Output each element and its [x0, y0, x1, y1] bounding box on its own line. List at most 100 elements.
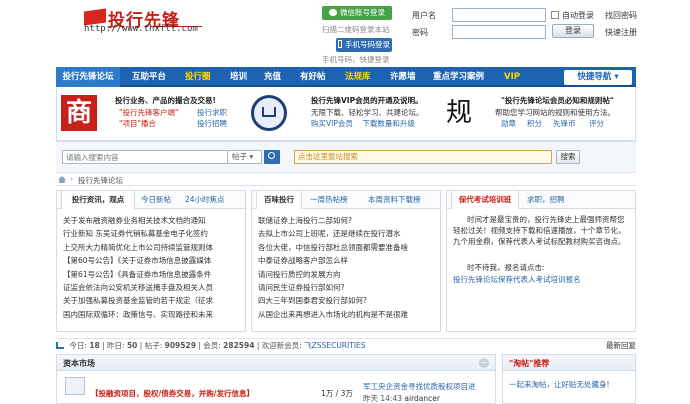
breadcrumb-forum[interactable]: 投行先锋论坛 — [78, 175, 123, 186]
tab-weekly-hot[interactable]: 一周热帖榜 — [310, 191, 348, 209]
breadcrumb-separator: › — [70, 174, 74, 183]
breadcrumb: › 投行先锋论坛 — [56, 172, 636, 186]
promo-right-link-1[interactable]: 勋章 — [501, 118, 516, 129]
nav-item-help[interactable]: 互助平台 — [132, 67, 166, 87]
promo-mid-line2[interactable]: 购买VIP会员 下载数量和升级 — [311, 118, 415, 129]
search-input[interactable] — [62, 150, 228, 164]
list-item[interactable]: 各位大佬，中信投行部杜总领面都需要准备啥 — [258, 241, 436, 254]
wechat-login-button[interactable]: 微信账号登录 — [322, 6, 392, 20]
search-icon — [268, 152, 275, 159]
site-search-button[interactable]: 搜索 — [556, 150, 580, 164]
welcome-label: 欢迎新会员: — [261, 341, 302, 350]
search-type-select[interactable]: 帖子 ▾ — [228, 150, 262, 164]
promo-right-link-2[interactable]: 积分 — [527, 118, 542, 129]
tab-news[interactable]: 投行资讯，观点 — [61, 191, 135, 209]
forum-thread-title[interactable]: 【投融资项目，股权/债券交易，并购/发行信息】 — [91, 388, 254, 399]
posts-label: 帖子: — [144, 341, 163, 350]
list-item[interactable]: 去拟上市公司上班呢，还是继续在投行潜水 — [258, 227, 436, 240]
list-item[interactable]: 国内国际双循环：政策信号、实现路径和未来 — [63, 308, 241, 321]
promo-right-title[interactable]: "投行先锋论坛会员必知和规则帖" — [501, 95, 614, 106]
last-post-user[interactable]: airdancer — [404, 394, 440, 403]
list-item[interactable]: 四大三年到国泰君安投行部如何? — [258, 294, 436, 307]
nav-item-forum[interactable]: 投行先锋论坛 — [56, 67, 120, 87]
tab-jobs[interactable]: 求职，招聘 — [527, 191, 565, 209]
forum-icon — [65, 377, 85, 395]
discussion-panel: 百味投行 一周热帖榜 本周资料下载榜 联储证券上海投行二部如何? 去拟上市公司上… — [251, 190, 441, 332]
nav-item-wish-wall[interactable]: 许愿墙 — [390, 67, 416, 87]
last-post-time: 昨天 14:43 — [363, 394, 402, 403]
nav-item-recharge[interactable]: 充值 — [264, 67, 281, 87]
list-item[interactable]: 上交所大力精简优化上市公司持续监管规则体 — [63, 241, 241, 254]
last-post-title[interactable]: 军工央企资金寻找优质股权项目进 — [363, 381, 495, 392]
list-item[interactable]: 关于发布融资融券业务相关技术文档的通知 — [63, 214, 241, 227]
tab-weekly-downloads[interactable]: 本周资料下载榜 — [368, 191, 421, 209]
rules-icon: 规 — [445, 98, 472, 128]
nav-item-good-posts[interactable]: 有好帖 — [300, 67, 326, 87]
auto-login-checkbox[interactable] — [551, 11, 559, 19]
yesterday-count: 50 — [126, 341, 138, 350]
promo-right-link-4[interactable]: 评分 — [589, 118, 604, 129]
training-signup-prompt: 时不待我，报名请点击: — [467, 263, 545, 272]
nav-item-circle[interactable]: 投行圈 — [185, 67, 211, 87]
list-item[interactable]: 【第61号公告】《具备证券市场信息披露条件 — [63, 268, 241, 281]
login-button[interactable]: 登录 — [552, 24, 594, 38]
nav-item-vip[interactable]: VIP — [504, 67, 520, 87]
recommend-item[interactable]: 一起来淘帖，让好贴无处藏身! — [509, 379, 610, 390]
forum-stats: 今日: 18 | 昨日: 50 | 帖子: 909529 | 会员: 28259… — [56, 338, 636, 351]
username-input[interactable] — [452, 8, 546, 22]
mobile-login-hint: 手机号码，快捷登录 — [322, 55, 390, 64]
register-link[interactable]: 快速注册 — [605, 27, 637, 38]
new-member-link[interactable]: 飞ZSSECURITIES — [304, 341, 365, 350]
tab-24h-focus[interactable]: 24小时焦点 — [185, 191, 225, 209]
list-item[interactable]: 中泰证券战略客户部怎么样 — [258, 254, 436, 267]
list-item[interactable]: 关于加强私募投资基金监管的若干规定（征求 — [63, 294, 241, 307]
list-item[interactable]: 联储证券上海投行二部如何? — [258, 214, 436, 227]
news-panel: 投行资讯，观点 今日新帖 24小时焦点 关于发布融资融券业务相关技术文档的通知 … — [56, 190, 246, 332]
list-item[interactable]: 请问投行质控的发展方向 — [258, 268, 436, 281]
home-icon[interactable] — [58, 176, 66, 183]
stats-icon — [56, 342, 64, 349]
nav-item-training[interactable]: 培训 — [230, 67, 247, 87]
username-label: 用户名 — [412, 11, 436, 20]
site-search-input[interactable]: 点击这里整站搜索 — [294, 150, 552, 164]
mobile-login-button[interactable]: 手机号码登录 — [336, 38, 392, 52]
promo-left-link-3[interactable]: "项目"播合 — [119, 118, 156, 129]
today-count: 18 — [89, 341, 100, 350]
collapse-icon[interactable]: − — [479, 358, 489, 368]
promo-left-link-2[interactable]: 投行求职 — [197, 107, 227, 118]
nav-item-key-cases[interactable]: 重点学习案例 — [433, 67, 484, 87]
trade-icon: 商 — [61, 95, 97, 131]
list-item[interactable]: 从国企出来再想进入市场化的机构是不是很难 — [258, 308, 436, 321]
latest-reply-link[interactable]: 最新回复 — [606, 339, 636, 352]
promo-left-link-4[interactable]: 投行招聘 — [197, 118, 227, 129]
list-item[interactable]: 证监会依法向公安机关移送掩手盘及相关人员 — [63, 281, 241, 294]
thread-count: 1万 / 3万 — [321, 389, 353, 398]
yesterday-label: 昨日: — [107, 341, 125, 350]
mobile-login-label: 手机号码登录 — [345, 40, 390, 49]
tab-today-posts[interactable]: 今日新帖 — [141, 191, 171, 209]
list-item[interactable]: 行业新知 东吴证券代销私募基金电子化签约 — [63, 227, 241, 240]
nav-item-regulations[interactable]: 法规库 — [345, 67, 371, 87]
quick-nav-dropdown[interactable]: 快捷导航 ▾ — [564, 70, 632, 85]
promo-left-link-1[interactable]: "投行先锋客户端" — [119, 107, 178, 118]
password-label: 密码 — [412, 28, 428, 37]
find-password-link[interactable]: 找回密码 — [605, 10, 637, 21]
search-button[interactable] — [264, 150, 280, 164]
promo-right-line: 帮助您学习网站的规则和使用方法。 — [495, 108, 615, 117]
auto-login-label: 自动登录 — [562, 11, 594, 20]
training-signup-link[interactable]: 投行先锋论坛保荐代表人考试培训报名 — [453, 274, 631, 285]
training-description: 时间才是最宝贵的，投行先锋史上最强师资帮您轻松过关！视频支持下载和倍速播放，十个… — [453, 215, 626, 246]
search-bar: 帖子 ▾ 点击这里整站搜索 搜索 — [56, 141, 636, 172]
section-title[interactable]: 资本市场 — [63, 358, 95, 369]
tab-baiwei[interactable]: 百味投行 — [256, 191, 302, 209]
promo-left-title[interactable]: 投行业务、产品的撮合及交易! — [115, 95, 216, 106]
tab-sponsor-exam[interactable]: 保代考试培训班 — [451, 191, 519, 209]
list-item[interactable]: 请问民生证券投行部如何? — [258, 281, 436, 294]
promo-right-link-3[interactable]: 先锋币 — [553, 118, 576, 129]
vip-badge-icon — [251, 95, 287, 131]
members-label: 会员: — [203, 341, 221, 350]
promo-mid-title[interactable]: 投行先锋VIP会员的开通及说明。 — [311, 95, 423, 106]
main-nav: 投行先锋论坛 互助平台 投行圈 培训 充值 有好帖 法规库 许愿墙 重点学习案例… — [56, 67, 636, 87]
list-item[interactable]: 【第60号公告】《关于证券市场信息披露媒体 — [63, 254, 241, 267]
password-input[interactable] — [452, 25, 546, 39]
